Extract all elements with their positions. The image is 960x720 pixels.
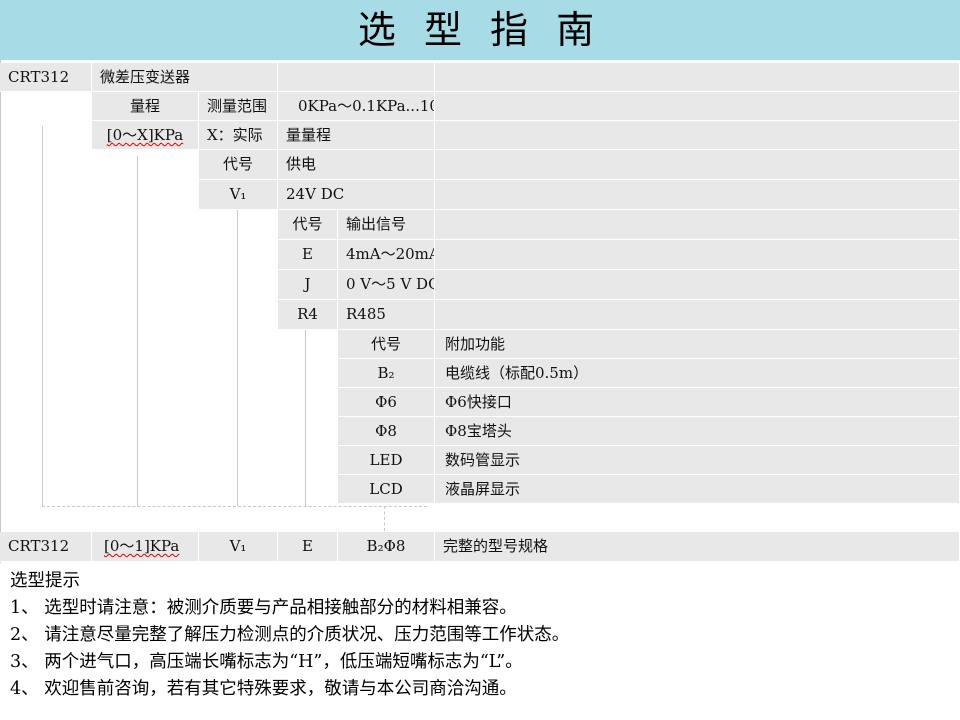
power-header-code: 代号 <box>199 150 278 180</box>
example-extra-cell: B₂Φ8 <box>338 532 435 562</box>
extra-code-cell: B₂ <box>338 359 435 388</box>
notes-title: 选型提示 <box>10 571 80 591</box>
extra-header-value: 附加功能 <box>435 330 960 359</box>
table-cell <box>435 63 960 92</box>
note-item: 4、 欢迎售前咨询，若有其它特殊要求，敬请与本公司商洽沟通。 <box>10 679 517 699</box>
extra-header-code: 代号 <box>338 330 435 359</box>
extra-code-cell: LCD <box>338 475 435 504</box>
table-cell <box>278 63 435 92</box>
guide-line <box>137 156 138 506</box>
table-cell <box>435 92 960 121</box>
example-range-text: [0～1]KPa <box>104 537 180 555</box>
extra-value-cell: Φ6快接口 <box>435 388 960 417</box>
model-name-cell: 微差压变送器 <box>92 63 278 92</box>
selection-table: CRT312 微差压变送器 量程 测量范围 0KPa～0.1KPa...10KP… <box>0 60 960 563</box>
table-cell <box>435 150 960 180</box>
table-cell <box>435 121 960 150</box>
example-power-cell: V₁ <box>199 532 278 562</box>
note-item: 3、 两个进气口，高压端长嘴标志为“H”，低压端短嘴标志为“L”。 <box>10 652 523 672</box>
range-header-cell: 量程 <box>92 92 199 121</box>
example-range-cell: [0～1]KPa <box>92 532 199 562</box>
table-cell <box>435 180 960 210</box>
guide-line <box>0 60 1 563</box>
note-item: 2、 请注意尽量完整了解压力检测点的介质状况、压力范围等工作状态。 <box>10 625 570 645</box>
power-code-cell: V₁ <box>199 180 278 210</box>
extra-value-cell: 电缆线（标配0.5m） <box>435 359 960 388</box>
range-desc-cell: 量量程 <box>278 121 435 150</box>
output-code-cell: J <box>278 270 338 300</box>
extra-value-cell: Φ8宝塔头 <box>435 417 960 446</box>
extra-value-cell: 液晶屏显示 <box>435 475 960 504</box>
range-actual-cell: X：实际 <box>199 121 278 150</box>
guide-dash <box>42 506 427 507</box>
table-cell <box>435 240 960 270</box>
extra-value-cell: 数码管显示 <box>435 446 960 475</box>
output-value-cell: 0 V～5 V DC <box>338 270 435 300</box>
power-value-cell: 24V DC <box>278 180 435 210</box>
table-cell <box>435 300 960 330</box>
example-model-cell: CRT312 <box>0 532 92 562</box>
range-code-cell: [0～X]KPa <box>92 121 199 150</box>
output-code-cell: R4 <box>278 300 338 330</box>
page-title: 选 型 指 南 <box>357 8 603 52</box>
output-header-code: 代号 <box>278 210 338 240</box>
selection-notes: 选型提示 1、 选型时请注意：被测介质要与产品相接触部分的材料相兼容。 2、 请… <box>10 568 569 703</box>
range-label-cell: 测量范围 <box>199 92 278 121</box>
output-code-cell: E <box>278 240 338 270</box>
output-value-cell: R485 <box>338 300 435 330</box>
extra-code-cell: Φ6 <box>338 388 435 417</box>
table-cell <box>435 270 960 300</box>
guide-line <box>305 330 306 506</box>
extra-code-cell: LED <box>338 446 435 475</box>
guide-line <box>42 126 43 506</box>
output-value-cell: 4mA～20mA DC <box>338 240 435 270</box>
range-code-text: [0～X]KPa <box>106 126 184 144</box>
range-value-cell: 0KPa～0.1KPa...10KPa <box>278 92 435 121</box>
power-header-value: 供电 <box>278 150 435 180</box>
guide-dash <box>384 506 385 531</box>
example-desc-cell: 完整的型号规格 <box>435 532 960 562</box>
model-code-cell: CRT312 <box>0 63 92 92</box>
output-header-value: 输出信号 <box>338 210 435 240</box>
example-output-cell: E <box>278 532 338 562</box>
guide-line <box>237 210 238 506</box>
note-item: 1、 选型时请注意：被测介质要与产品相接触部分的材料相兼容。 <box>10 598 517 618</box>
table-cell <box>435 210 960 240</box>
extra-code-cell: Φ8 <box>338 417 435 446</box>
